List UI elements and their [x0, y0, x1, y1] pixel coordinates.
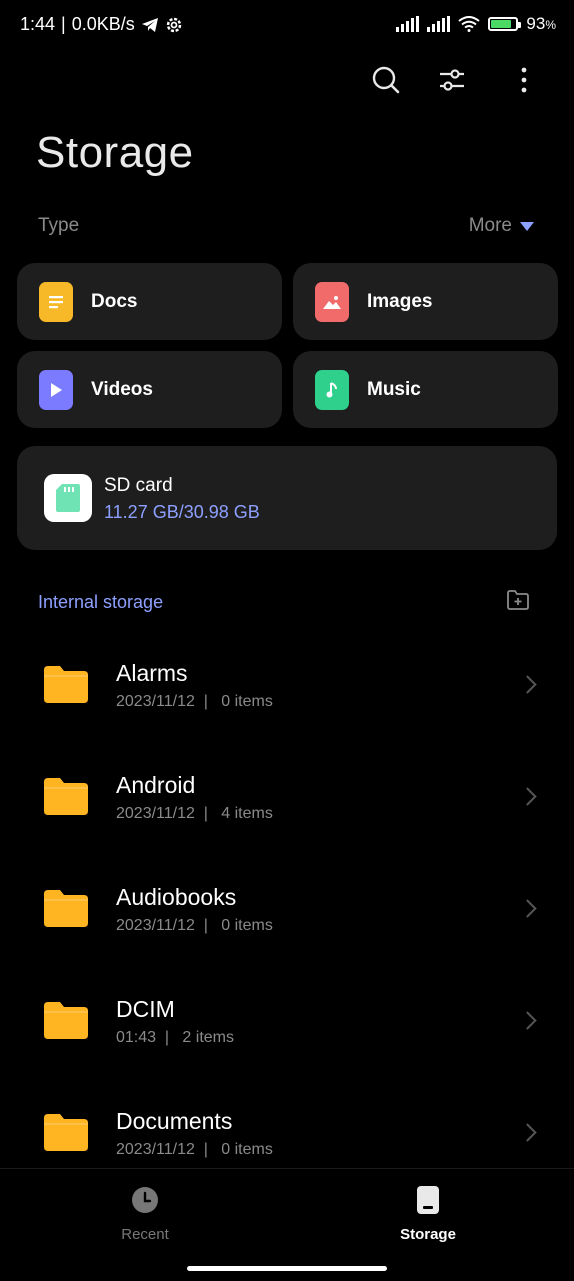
- folder-name: Audiobooks: [116, 884, 237, 910]
- category-images[interactable]: Images: [293, 263, 558, 340]
- videos-icon: [39, 369, 73, 410]
- folder-icon: [44, 1114, 88, 1151]
- status-bar-left: 1:44 | 0.0KB/s: [20, 14, 183, 35]
- more-button[interactable]: More: [469, 215, 534, 237]
- folder-name: Documents: [116, 1108, 233, 1134]
- search-icon: [372, 66, 400, 94]
- new-folder-button[interactable]: [506, 589, 532, 613]
- folder-row[interactable]: Android 2023/11/12 | 4 items: [0, 740, 574, 852]
- chevron-right-icon: [518, 1123, 537, 1142]
- network-speed: 0.0KB/s: [71, 14, 135, 34]
- folder-name: Alarms: [116, 660, 188, 686]
- chevron-right-icon: [518, 675, 537, 694]
- folder-meta: 2023/11/12 | 4 items: [116, 805, 273, 822]
- category-music[interactable]: Music: [293, 351, 558, 428]
- folder-row[interactable]: Documents 2023/11/12 | 0 items: [0, 1076, 574, 1168]
- category-docs[interactable]: Docs: [17, 263, 282, 340]
- filter-button[interactable]: [432, 60, 472, 100]
- folder-icon: [44, 666, 88, 703]
- page-title: Storage: [36, 128, 194, 177]
- chevron-right-icon: [518, 1011, 537, 1030]
- folder-meta: 2023/11/12 | 0 items: [116, 1141, 273, 1158]
- status-bar-right: 93%: [396, 14, 556, 34]
- sd-card-icon: [44, 474, 92, 522]
- folder-row[interactable]: Alarms 2023/11/12 | 0 items: [0, 628, 574, 740]
- category-label: Videos: [91, 378, 153, 400]
- category-label: Images: [367, 290, 433, 312]
- more-label: More: [468, 215, 512, 236]
- telegram-icon: [141, 17, 158, 32]
- folder-meta: 01:43 | 2 items: [116, 1029, 234, 1046]
- sd-card-item[interactable]: [17, 446, 557, 550]
- triangle-down-icon: [520, 221, 534, 231]
- folder-icon: [44, 1002, 88, 1039]
- folder-row[interactable]: Audiobooks 2023/11/12 | 0 items: [0, 852, 574, 964]
- chevron-right-icon: [518, 787, 537, 806]
- folder-row[interactable]: DCIM 01:43 | 2 items: [0, 964, 574, 1076]
- folder-icon: [44, 778, 88, 815]
- settings-gear-icon: [166, 17, 182, 32]
- category-videos[interactable]: Videos: [17, 351, 282, 428]
- search-button[interactable]: [366, 60, 406, 100]
- type-section-label: Type: [38, 215, 80, 236]
- battery-percent: 93%: [526, 14, 556, 33]
- wifi-icon: [458, 16, 481, 32]
- sd-card-title: SD card: [104, 475, 173, 496]
- docs-icon: [39, 281, 73, 322]
- home-indicator[interactable]: [187, 1266, 387, 1271]
- folder-icon: [44, 890, 88, 927]
- battery-icon: [488, 17, 522, 31]
- clock-icon: [132, 1187, 158, 1213]
- clock: 1:44: [20, 14, 56, 34]
- more-options-button[interactable]: [504, 60, 544, 100]
- images-icon: [315, 281, 349, 322]
- internal-storage-label: Internal storage: [38, 592, 164, 612]
- chevron-right-icon: [518, 899, 537, 918]
- add-folder-icon: [507, 590, 529, 610]
- category-label: Docs: [91, 290, 138, 312]
- category-label: Music: [367, 378, 421, 400]
- folder-name: Android: [116, 772, 196, 798]
- nav-storage[interactable]: Storage: [368, 1185, 488, 1243]
- nav-storage-label: Storage: [400, 1226, 456, 1243]
- signal-icon: [396, 16, 420, 32]
- phone-storage-icon: [417, 1186, 439, 1214]
- nav-recent-label: Recent: [121, 1226, 169, 1243]
- more-vert-icon: [521, 67, 527, 93]
- nav-recent[interactable]: Recent: [85, 1185, 205, 1243]
- folder-meta: 2023/11/12 | 0 items: [116, 693, 273, 710]
- music-icon: [315, 369, 349, 410]
- sliders-icon: [440, 69, 464, 91]
- folder-name: DCIM: [116, 996, 175, 1022]
- sd-card-size: 11.27 GB/30.98 GB: [104, 502, 260, 522]
- bottom-navigation: Recent Storage: [0, 1168, 574, 1281]
- signal-icon-2: [427, 16, 451, 32]
- folder-meta: 2023/11/12 | 0 items: [116, 917, 273, 934]
